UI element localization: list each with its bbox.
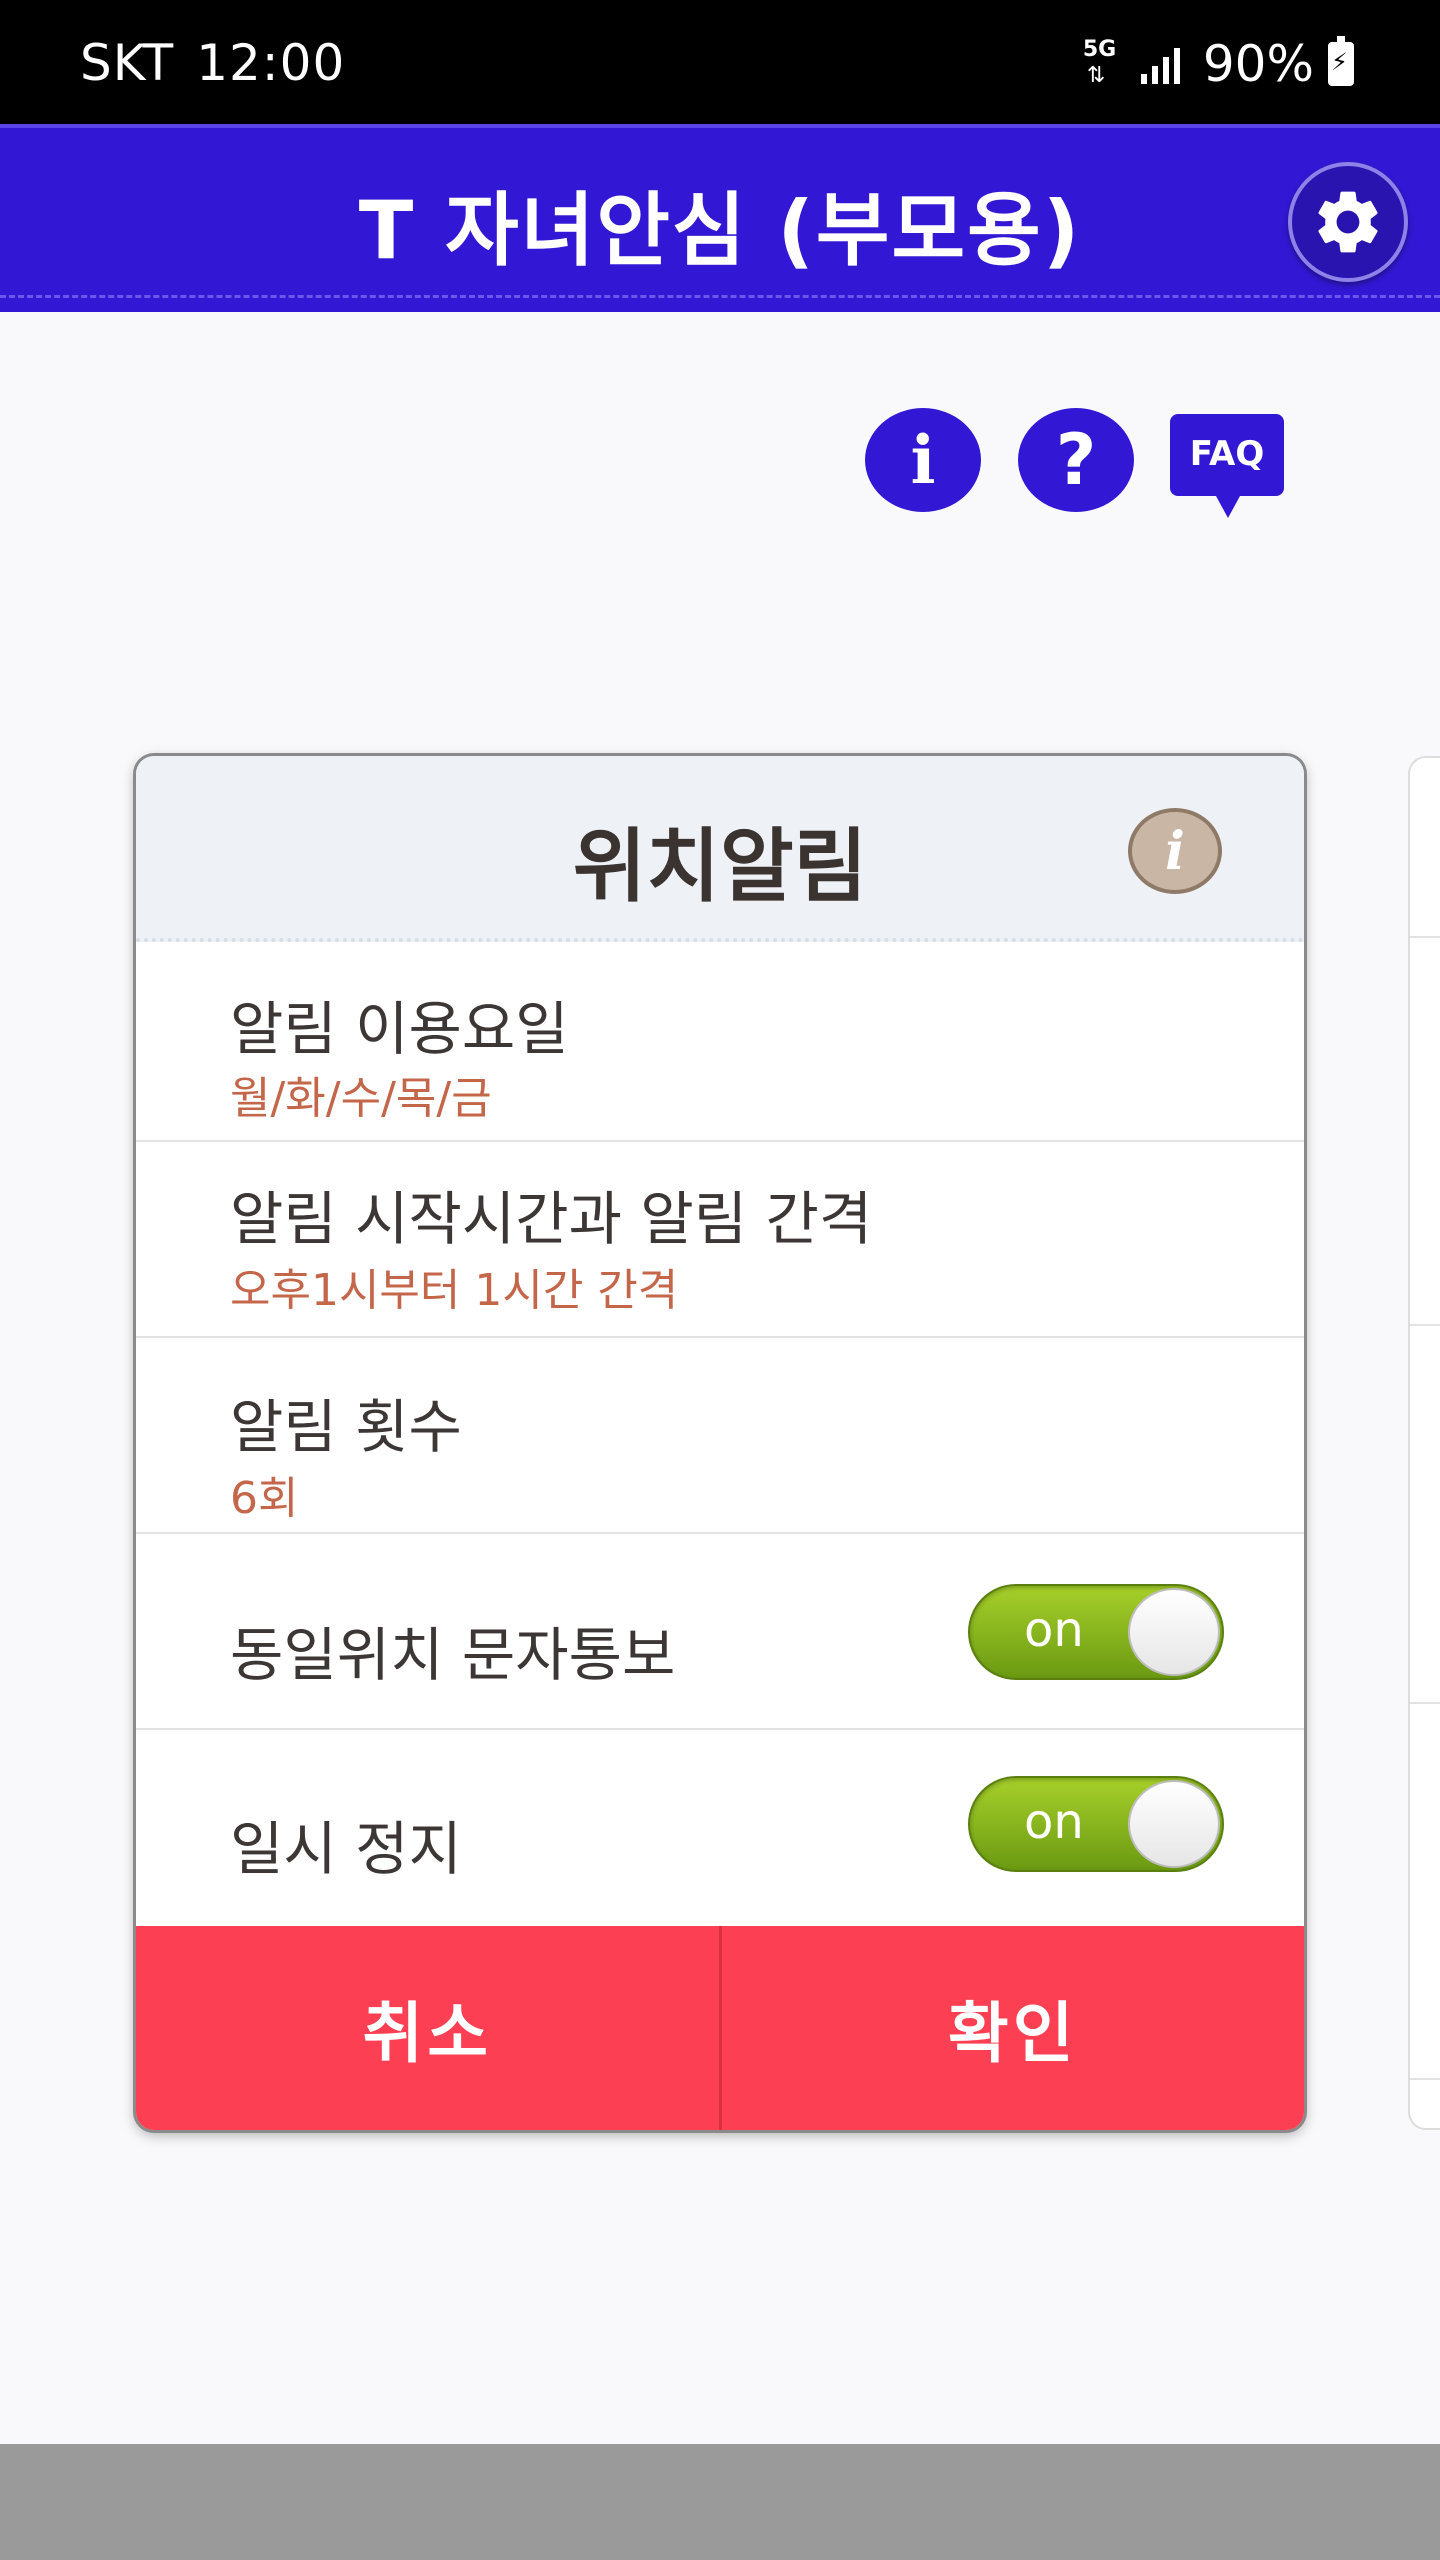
setting-row-same-location-sms: 동일위치 문자통보 on [136, 1534, 1304, 1730]
row-value: 오후1시부터 1시간 간격 [230, 1265, 679, 1316]
bottom-nav-bar [0, 2444, 1440, 2560]
gear-icon [1318, 191, 1378, 253]
location-alert-card: 위치알림 i 알림 이용요일 월/화/수/목/금 알림 시작시간과 알림 간격 … [136, 756, 1304, 2130]
card-button-bar: 취소 확인 [136, 1926, 1304, 2130]
row-title: 알림 이용요일 [230, 995, 569, 1063]
card-header: 위치알림 i [136, 756, 1304, 942]
app-screen: SKT 12:00 5G ⇅ 90% T 자녀안심 (부모용) i ? FAQ [0, 0, 1440, 2560]
setting-row-pause: 일시 정지 on [136, 1730, 1304, 1926]
settings-button[interactable] [1288, 162, 1408, 282]
status-right: 5G ⇅ 90% [1083, 34, 1354, 94]
card-info-button[interactable]: i [1128, 808, 1222, 894]
setting-row-start-interval[interactable]: 알림 시작시간과 알림 간격 오후1시부터 1시간 간격 [136, 1142, 1304, 1338]
clock: 12:00 [196, 34, 346, 92]
status-left: SKT 12:00 [80, 34, 345, 92]
network-type-label: 5G [1082, 37, 1117, 62]
network-5g-icon: 5G ⇅ [1083, 39, 1123, 89]
help-button[interactable]: ? [1018, 408, 1134, 512]
question-icon: ? [1055, 419, 1097, 501]
setting-row-count[interactable]: 알림 횟수 6회 [136, 1338, 1304, 1534]
confirm-button[interactable]: 확인 [718, 1926, 1304, 2130]
info-button[interactable]: i [865, 408, 981, 512]
setting-row-days[interactable]: 알림 이용요일 월/화/수/목/금 [136, 946, 1304, 1142]
status-bar: SKT 12:00 5G ⇅ 90% [0, 0, 1440, 124]
app-title: T 자녀안심 (부모용) [358, 184, 1082, 277]
toggle-state-label: on [1024, 1602, 1084, 1658]
row-title: 동일위치 문자통보 [230, 1621, 676, 1689]
toggle-knob [1128, 1780, 1220, 1868]
info-icon: i [1165, 820, 1185, 882]
info-icon: i [910, 421, 936, 499]
battery-charging-icon [1328, 36, 1354, 86]
app-header: T 자녀안심 (부모용) [0, 124, 1440, 312]
faq-label: FAQ [1189, 434, 1265, 474]
data-arrows-icon: ⇅ [1086, 63, 1106, 88]
toggle-state-label: on [1024, 1794, 1084, 1850]
carrier-label: SKT [80, 34, 175, 92]
row-title: 알림 시작시간과 알림 간격 [230, 1185, 873, 1253]
battery-percent: 90% [1202, 35, 1314, 93]
row-value: 6회 [230, 1473, 299, 1524]
toggle-knob [1128, 1588, 1220, 1676]
row-title: 일시 정지 [230, 1815, 462, 1883]
cancel-button[interactable]: 취소 [136, 1926, 719, 2130]
next-card-peek[interactable] [1408, 756, 1440, 2130]
row-value: 월/화/수/목/금 [230, 1073, 492, 1124]
signal-icon [1140, 44, 1185, 84]
same-location-sms-toggle[interactable]: on [968, 1584, 1224, 1680]
row-title: 알림 횟수 [230, 1393, 462, 1461]
faq-button[interactable]: FAQ [1170, 414, 1284, 518]
pause-toggle[interactable]: on [968, 1776, 1224, 1872]
